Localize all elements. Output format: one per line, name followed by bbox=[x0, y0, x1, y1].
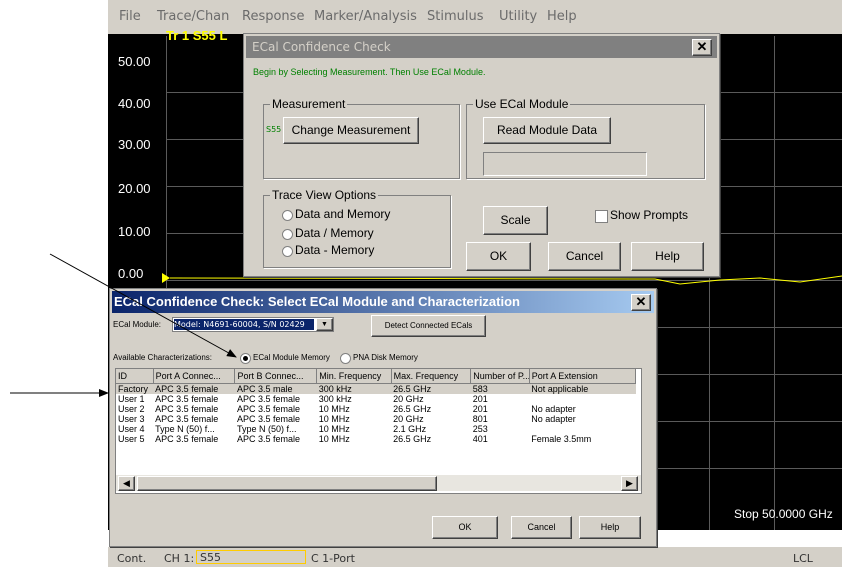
arrow-to-radio bbox=[49, 253, 237, 358]
annotation-arrows bbox=[10, 253, 237, 397]
